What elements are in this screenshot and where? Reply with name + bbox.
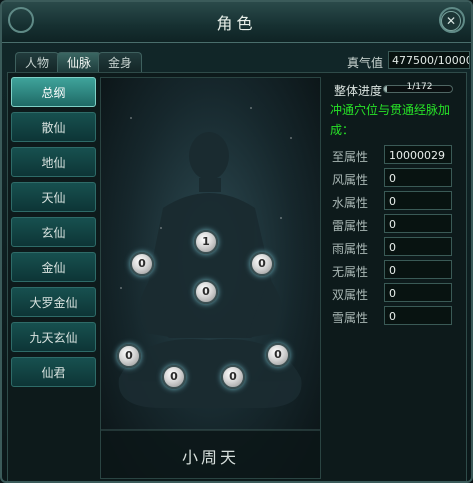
attr-label: 无属性 [332, 265, 369, 279]
sidebar-item-tianxian[interactable]: 天仙 [11, 182, 96, 212]
progress-label: 整体进度 [334, 84, 383, 98]
acupoint-node[interactable]: 0 [117, 344, 141, 368]
sidebar-item-dixian[interactable]: 地仙 [11, 147, 96, 177]
character-window: 角色 ✕ 人物 仙脉 金身 真气值 477500/10000 总纲 散仙 地仙 … [0, 0, 473, 483]
sidebar-item-daluojinxian[interactable]: 大罗金仙 [11, 287, 96, 317]
tab-character[interactable]: 人物 [15, 52, 59, 73]
acupoint-node[interactable]: 1 [194, 230, 218, 254]
attr-value: 0 [384, 260, 452, 279]
attr-label: 双属性 [332, 288, 369, 302]
sidebar-item-jiutianxuanxian[interactable]: 九天玄仙 [11, 322, 96, 352]
tab-golden-body[interactable]: 金身 [98, 52, 142, 73]
attr-value: 10000029 [384, 145, 452, 164]
close-icon[interactable]: ✕ [441, 11, 461, 31]
acupoint-node[interactable]: 0 [130, 252, 154, 276]
attr-value: 0 [384, 191, 452, 210]
acupoint-node[interactable]: 0 [266, 343, 290, 367]
attr-label: 水属性 [332, 196, 369, 210]
progress-fill [384, 86, 387, 92]
attr-label: 雪属性 [332, 311, 369, 325]
title-bar[interactable]: 角色 ✕ [2, 2, 471, 43]
tab-meridian[interactable]: 仙脉 [57, 52, 101, 73]
bonus-notice: 冲通穴位与贯通经脉加成： [330, 103, 451, 137]
sidebar-item-overview[interactable]: 总纲 [11, 77, 96, 107]
acupoint-node[interactable]: 0 [162, 365, 186, 389]
sidebar-item-xianjun[interactable]: 仙君 [11, 357, 96, 387]
acupoint-node[interactable]: 0 [221, 365, 245, 389]
attr-value: 0 [384, 306, 452, 325]
attr-value: 0 [384, 283, 452, 302]
attr-value: 0 [384, 237, 452, 256]
qi-label: 真气值 [347, 56, 384, 70]
acupoint-node[interactable]: 0 [250, 252, 274, 276]
qi-value: 477500/10000 [388, 51, 470, 69]
attr-label: 雨属性 [332, 242, 369, 256]
attr-value: 0 [384, 214, 452, 233]
sidebar-item-sanxian[interactable]: 散仙 [11, 112, 96, 142]
attr-label: 风属性 [332, 173, 369, 187]
progress-text: 1/172 [406, 82, 433, 92]
window-title: 角色 [216, 14, 257, 33]
sidebar-item-jinxian[interactable]: 金仙 [11, 252, 96, 282]
acupoint-node[interactable]: 0 [194, 280, 218, 304]
sidebar-item-xuanxian[interactable]: 玄仙 [11, 217, 96, 247]
attr-value: 0 [384, 168, 452, 187]
meditating-silhouette [101, 107, 320, 478]
attr-label: 雷属性 [332, 219, 369, 233]
attr-label: 至属性 [332, 150, 369, 164]
figure-caption: 小周天 [181, 448, 239, 467]
meridian-figure: 1 0 0 0 0 0 0 0 小周天 [100, 77, 321, 479]
